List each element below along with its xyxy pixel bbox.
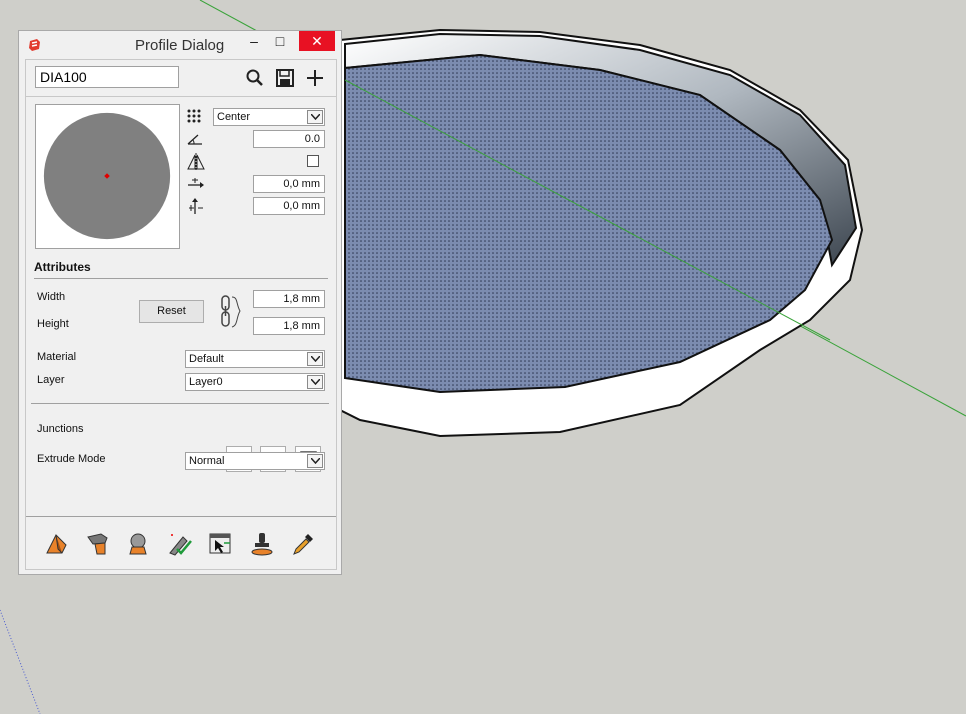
junctions-label: Junctions: [37, 423, 84, 435]
layer-select[interactable]: Layer0: [185, 373, 325, 391]
dialog-titlebar[interactable]: Profile Dialog – □ ✕: [19, 31, 341, 59]
anchor-grid-icon: [187, 109, 201, 123]
blue-axis-line: [0, 609, 41, 714]
height-input[interactable]: 1,8 mm: [253, 317, 325, 335]
eyedropper-icon[interactable]: [290, 531, 316, 557]
chevron-down-icon: [307, 375, 323, 389]
offset-y-icon: [189, 198, 203, 214]
material-label: Material: [37, 351, 77, 363]
profile-toolbar: [26, 60, 336, 97]
extrude-mode-select[interactable]: Normal: [185, 452, 325, 470]
material-select[interactable]: Default: [185, 350, 325, 368]
extrude-mode-value: Normal: [189, 455, 225, 467]
chevron-down-icon: [307, 110, 323, 124]
profile-preview: [35, 104, 180, 249]
junctions-divider: [31, 403, 329, 404]
paint-profile-icon[interactable]: [85, 531, 111, 557]
rotation-angle-icon: [187, 134, 202, 145]
attributes-divider: [34, 278, 328, 279]
width-input[interactable]: 1,8 mm: [253, 290, 325, 308]
width-label: Width: [37, 291, 66, 303]
dialog-body: Center 0.0 0,0 mm 0,0 mm: [25, 59, 337, 570]
tool-bar: [26, 516, 336, 571]
link-chain-icon[interactable]: [220, 294, 242, 330]
offset-x-icon: [188, 178, 204, 188]
attributes-heading: Attributes: [34, 260, 91, 274]
mirror-checkbox[interactable]: [307, 155, 319, 167]
add-icon[interactable]: [305, 68, 325, 88]
profile-sphere-icon[interactable]: [126, 531, 152, 557]
anchor-value: Center: [217, 111, 251, 123]
layer-value: Layer0: [189, 376, 223, 388]
sketchup-logo-icon: [29, 39, 40, 51]
offset-y-input[interactable]: 0,0 mm: [253, 197, 325, 215]
profile-dialog: Profile Dialog – □ ✕ DIA100 Center 0.0 0…: [18, 30, 342, 575]
anchor-select[interactable]: Center: [213, 108, 325, 126]
check-path-icon[interactable]: [167, 531, 193, 557]
close-button[interactable]: ✕: [299, 31, 335, 51]
dialog-title: Profile Dialog: [135, 37, 225, 54]
select-edges-icon[interactable]: [208, 531, 234, 557]
stamp-icon[interactable]: [249, 531, 275, 557]
mirror-icon: [187, 153, 205, 171]
save-icon[interactable]: [275, 68, 295, 88]
minimize-button[interactable]: –: [243, 31, 265, 53]
rotation-input[interactable]: 0.0: [253, 130, 325, 148]
search-icon[interactable]: [245, 68, 265, 88]
offset-x-input[interactable]: 0,0 mm: [253, 175, 325, 193]
maximize-button[interactable]: □: [269, 31, 291, 53]
chevron-down-icon: [307, 352, 323, 366]
height-label: Height: [37, 318, 69, 330]
material-value: Default: [189, 353, 224, 365]
extrude-mode-label: Extrude Mode: [37, 453, 106, 465]
profile-name-input[interactable]: [35, 66, 179, 88]
extrude-profile-icon[interactable]: [44, 531, 70, 557]
layer-label: Layer: [37, 374, 65, 386]
reset-button[interactable]: Reset: [139, 300, 204, 323]
chevron-down-icon: [307, 454, 323, 468]
